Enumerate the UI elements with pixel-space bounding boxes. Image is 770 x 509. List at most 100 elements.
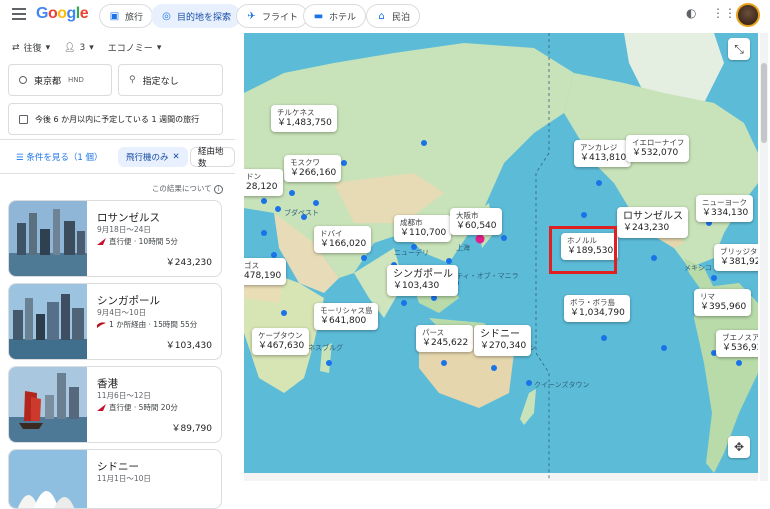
google-logo[interactable]: Google [36, 5, 89, 23]
menu-icon[interactable] [12, 8, 26, 22]
price-pin-price: ￥1,483,750 [277, 117, 332, 128]
avatar[interactable] [736, 3, 760, 27]
tab-explore[interactable]: ◎ 目的地を探索 [151, 4, 242, 28]
price-pin-buenos-aires[interactable]: ブエノスアイ￥536,920 [716, 330, 758, 358]
price-pin-anchorage[interactable]: アンカレジ ￥413,810 [574, 140, 632, 168]
price-pin-los-angeles[interactable]: ロサンゼルス ￥243,230 [617, 207, 688, 238]
map-label-mexico: メキシコ [684, 264, 712, 272]
map-label-johannesburg: ネスブルグ [308, 344, 343, 352]
close-icon[interactable]: ✕ [173, 152, 180, 162]
trip-options: ⇄ 往復 ▾ 👤︎ 3 ▾ エコノミー ▾ [12, 41, 162, 55]
price-pin-chengdu[interactable]: 成都市 ￥110,700 [394, 215, 452, 243]
airline-logo-icon [97, 322, 106, 328]
divider [0, 139, 235, 140]
price-pin-price: ￥60,540 [456, 220, 497, 231]
tab-travel[interactable]: ▣ 旅行 [99, 4, 154, 28]
price-pin-price: ￥110,700 [400, 227, 447, 238]
price-pin-yellowknife[interactable]: イエローナイフ ￥532,070 [626, 135, 690, 163]
price-pin-price: ￥536,920 [722, 342, 758, 353]
price-pin-london[interactable]: ドン 28,120 [244, 169, 283, 197]
price-pin-lima[interactable]: リマ ￥395,960 [694, 289, 752, 317]
price-pin-price: ￥532,070 [632, 147, 679, 158]
price-pin-dubai[interactable]: ドバイ ￥166,020 [314, 226, 372, 254]
swap-arrows-icon: ⇄ [12, 42, 20, 53]
price-pin-city: ボラ・ボラ島 [570, 298, 615, 307]
price-pin-singapore[interactable]: シンガポール ￥103,430 [387, 265, 458, 296]
result-card-hong-kong[interactable]: 香港 11月6日〜12日 直行便 · 5時間 20分 ￥89,790 [8, 366, 222, 443]
price-pin-city: モーリシャス島 [320, 306, 373, 315]
cabin-select[interactable]: エコノミー ▾ [108, 41, 162, 55]
apps-grid-icon[interactable]: ⋮⋮ [712, 6, 736, 20]
origin-field[interactable]: 東京都 HND [8, 64, 112, 96]
chip-nonstop[interactable]: 飛行機のみ ✕ [118, 147, 188, 167]
price-pin-price: ￥1,034,790 [570, 307, 625, 318]
result-card-los-angeles[interactable]: ロサンゼルス 9月18日〜24日 直行便 · 10時間 5分 ￥243,230 [8, 200, 222, 277]
chip-stops[interactable]: 経由地数 [190, 147, 235, 169]
price-pin-city: 成都市 [400, 218, 423, 227]
price-pin-price: ￥467,630 [258, 340, 305, 351]
search-panel: ⇄ 往復 ▾ 👤︎ 3 ▾ エコノミー ▾ 東京都 HND ⚲ 指定なし 今後 … [0, 33, 235, 509]
price-pin-city: ブエノスアイ [722, 333, 758, 342]
price-pin-city: シドニー [480, 329, 520, 340]
price-pin-sydney[interactable]: シドニー ￥270,340 [474, 325, 532, 356]
trip-type-select[interactable]: ⇄ 往復 ▾ [12, 41, 51, 55]
map-label-queenstown: クイーンズタウン [534, 381, 590, 389]
price-pin-city: チルケネス [277, 108, 315, 117]
price-pin-new-york[interactable]: ニューヨーク ￥334,130 [696, 195, 754, 223]
bed-icon: ▬ [313, 10, 324, 22]
sydney-photo [9, 450, 87, 508]
price-pin-price: ￥266,160 [290, 167, 337, 178]
tab-flights[interactable]: ✈ フライト [236, 4, 309, 28]
price-pin-osaka[interactable]: 大阪市 ￥60,540 [450, 208, 502, 236]
price-pin-price: ￥641,800 [320, 315, 367, 326]
map-label-new-delhi: ニューデリ [394, 249, 429, 257]
info-icon: i [214, 185, 223, 194]
price-pin-city: ブリッジタ [720, 247, 758, 256]
dark-mode-icon[interactable]: ◐ [686, 6, 696, 20]
price-pin-cape-town[interactable]: ケープタウン ￥467,630 [252, 328, 310, 356]
map-label-budapest: ブダペスト [284, 209, 319, 217]
price-pin-mauritius[interactable]: モーリシャス島 ￥641,800 [314, 303, 378, 331]
price-pin-price: ￥395,960 [700, 301, 747, 312]
result-card-sydney[interactable]: シドニー 11月1日〜10日 [8, 449, 222, 509]
about-results[interactable]: この結果について i [152, 183, 223, 194]
tab-hotels[interactable]: ▬ ホテル [303, 4, 367, 28]
los-angeles-photo [9, 201, 87, 276]
price-pin-price: ￥334,130 [702, 207, 749, 218]
collapse-map-icon[interactable]: ⤡ [728, 38, 750, 60]
divider [0, 173, 235, 174]
price-pin-city: ニューヨーク [702, 198, 747, 207]
price-pin-city: パース [422, 328, 445, 337]
price-pin-city: 大阪市 [456, 211, 479, 220]
house-icon: ⌂ [378, 10, 385, 22]
result-card-singapore[interactable]: シンガポール 9月4日〜10日 1 か所経由 · 15時間 55分 ￥103,4… [8, 283, 222, 360]
passenger-select[interactable]: 👤︎ 3 ▾ [64, 41, 94, 54]
price-pin-price: ￥413,810 [580, 152, 627, 163]
dates-field[interactable]: 今後 6 か月以内に予定している 1 週間の旅行 [8, 103, 223, 135]
tab-vacation-rentals[interactable]: ⌂ 民泊 [366, 4, 421, 28]
airplane-icon: ✈ [247, 10, 256, 22]
dropdown-arrow-icon: ▾ [45, 42, 51, 53]
price-pin-city: ゴス [244, 261, 260, 270]
destination-field[interactable]: ⚲ 指定なし [118, 64, 223, 96]
price-pin-price: ￥166,020 [320, 238, 367, 249]
price-pin-bridgetown[interactable]: ブリッジタ￥381,920 [714, 244, 758, 272]
world-map[interactable]: ブダペスト ニューデリ 上海 シティ・オブ・マニラ ネスブルグ クイーンズタウン… [244, 33, 758, 481]
filter-sliders-icon: ☰ [16, 153, 24, 163]
price-pin-bora-bora[interactable]: ボラ・ボラ島 ￥1,034,790 [564, 295, 630, 323]
scrollbar[interactable] [760, 33, 768, 481]
airline-logo-icon [97, 238, 106, 245]
price-pin-price: ￥270,340 [480, 341, 527, 351]
price-pin-city: ロサンゼルス [623, 211, 683, 222]
price-pin-lagos[interactable]: ゴス 478,190 [244, 258, 287, 286]
all-filters-button[interactable]: ☰ 条件を見る（1 個） [16, 151, 102, 163]
price-pin-price: 478,190 [244, 270, 282, 281]
price-pin-city: モスクワ [290, 158, 320, 167]
dropdown-arrow-icon: ▾ [89, 42, 94, 53]
filter-bar: ☰ 条件を見る（1 個） 飛行機のみ ✕ 経由地数 [0, 147, 235, 169]
price-pin-perth[interactable]: パース ￥245,622 [416, 325, 474, 353]
price-pin-city: アンカレジ [580, 143, 618, 152]
price-pin-kirkenes[interactable]: チルケネス ￥1,483,750 [271, 105, 337, 133]
price-pin-moscow[interactable]: モスクワ ￥266,160 [284, 155, 342, 183]
recenter-icon[interactable]: ✥ [728, 436, 750, 458]
